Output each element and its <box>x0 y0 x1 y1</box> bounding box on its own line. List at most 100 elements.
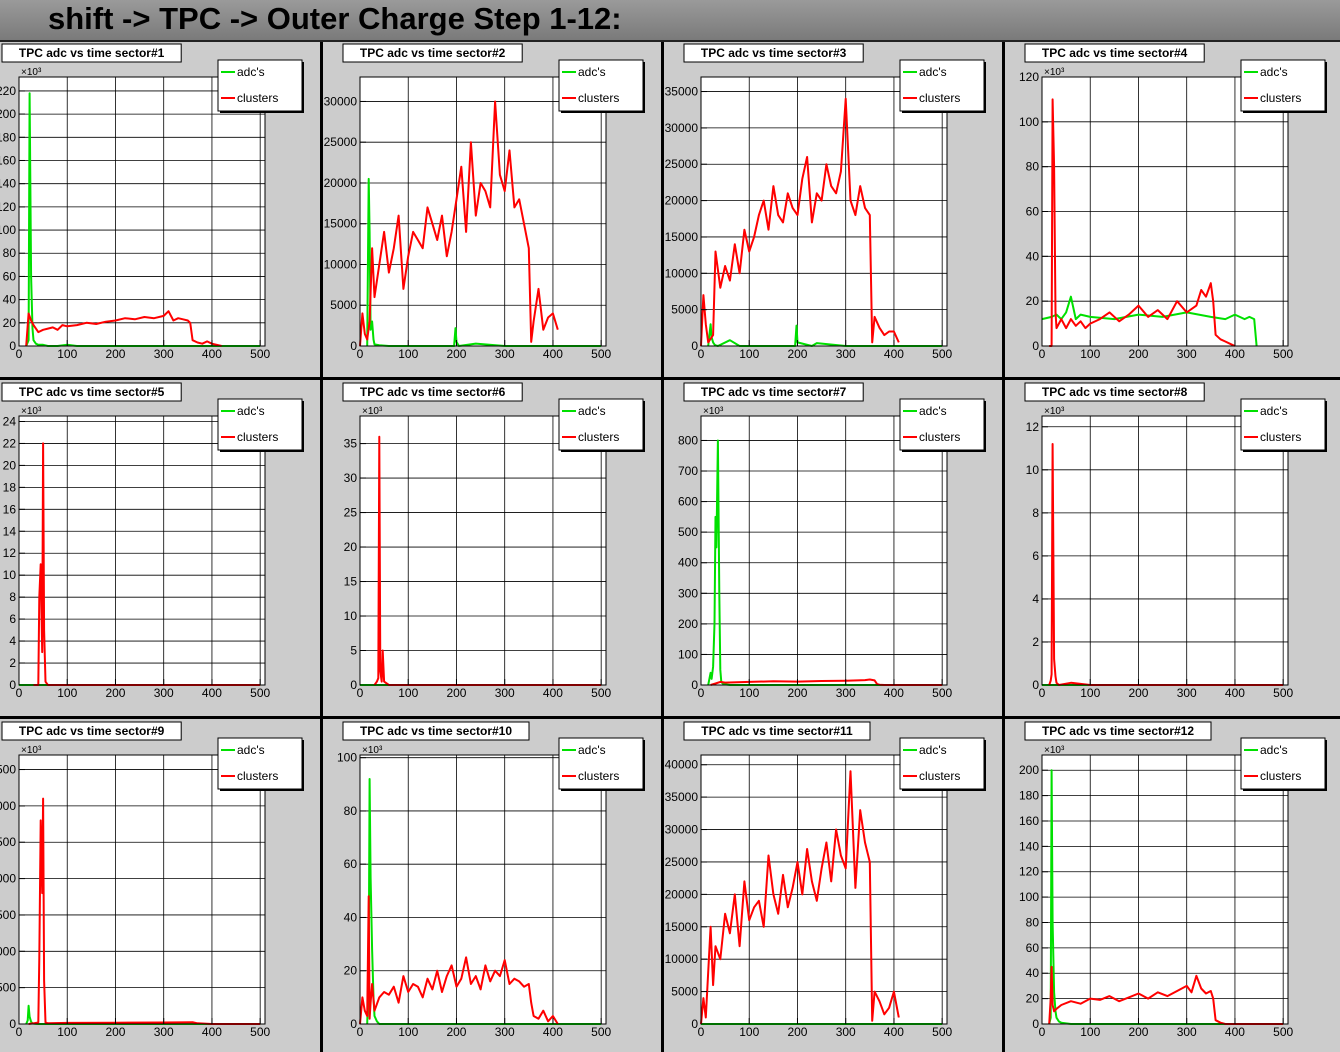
legend-label-clusters: clusters <box>1260 91 1301 105</box>
x-tick-label: 300 <box>154 686 174 700</box>
legend-label-clusters: clusters <box>237 91 278 105</box>
y-tick-label: 6 <box>1032 549 1039 563</box>
y-tick-label: 15 <box>344 575 358 589</box>
x-tick-label: 400 <box>202 1025 222 1039</box>
x-tick-label: 200 <box>446 686 466 700</box>
y-tick-label: 30000 <box>324 94 358 108</box>
x-tick-label: 100 <box>398 1025 418 1039</box>
legend-label-clusters: clusters <box>919 91 960 105</box>
y-tick-label: 200 <box>1019 763 1039 777</box>
x-tick-label: 400 <box>543 686 563 700</box>
y-tick-label: 20 <box>344 964 358 978</box>
legend-label-adc: adc's <box>578 743 606 757</box>
y-tick-label: 400 <box>678 556 698 570</box>
y-tick-label: 0 <box>9 678 16 692</box>
legend-label-adc: adc's <box>237 65 265 79</box>
chart-sector-9: 0 100 200 300 400 500 0 500 000 500 000 500 000 500 ×1… <box>0 721 304 1039</box>
chart-title: TPC adc vs time sector#1 <box>19 46 165 60</box>
x-tick-label: 200 <box>105 347 125 361</box>
legend-label-clusters: clusters <box>1260 430 1301 444</box>
x-tick-label: 500 <box>591 686 611 700</box>
y-tick-label: 10 <box>3 568 17 582</box>
legend-label-clusters: clusters <box>919 769 960 783</box>
y-tick-label: 10000 <box>665 952 699 966</box>
legend-label-clusters: clusters <box>578 430 619 444</box>
x-tick-label: 300 <box>154 347 174 361</box>
x-tick-label: 300 <box>495 1025 515 1039</box>
y-tick-label: 10000 <box>665 266 699 280</box>
y-tick-label: 20000 <box>324 176 358 190</box>
legend-label-clusters: clusters <box>237 430 278 444</box>
x-tick-label: 500 <box>932 347 952 361</box>
y-tick-label: 140 <box>1019 839 1039 853</box>
legend-label-adc: adc's <box>1260 404 1288 418</box>
x-tick-label: 400 <box>1225 686 1245 700</box>
x-tick-label: 0 <box>357 686 364 700</box>
y-tick-label: 700 <box>678 464 698 478</box>
legend-label-adc: adc's <box>237 404 265 418</box>
x-tick-label: 0 <box>16 347 23 361</box>
y-tick-label: 40 <box>3 293 17 307</box>
y-tick-label: 0 <box>350 1017 357 1031</box>
y-tick-label: 0 <box>691 339 698 353</box>
legend-label-adc: adc's <box>919 404 947 418</box>
y-tick-label: 80 <box>344 804 358 818</box>
x-tick-label: 200 <box>446 1025 466 1039</box>
chart-title: TPC adc vs time sector#7 <box>701 385 847 399</box>
chart-sector-11: 0 100 200 300 400 500050001000015000200002500… <box>665 721 986 1039</box>
y-tick-label: 500 <box>0 981 16 995</box>
x-tick-label: 100 <box>739 347 759 361</box>
x-tick-label: 500 <box>250 347 270 361</box>
x-tick-label: 400 <box>202 347 222 361</box>
chart-sector-2: 0 100 200 300 400 500050001000015000200002500… <box>324 43 645 361</box>
axis-exponent-label: ×10³ <box>21 745 42 756</box>
axis-exponent-label: ×10³ <box>703 406 724 417</box>
y-tick-label: 35000 <box>665 85 699 99</box>
y-tick-label: 4 <box>1032 592 1039 606</box>
y-tick-label: 20 <box>3 316 17 330</box>
x-tick-label: 400 <box>543 347 563 361</box>
x-tick-label: 100 <box>398 686 418 700</box>
x-tick-label: 300 <box>836 1025 856 1039</box>
y-tick-label: 500 <box>0 763 16 777</box>
x-tick-label: 200 <box>105 1025 125 1039</box>
y-tick-label: 15000 <box>665 230 699 244</box>
y-tick-label: 8 <box>9 590 16 604</box>
y-tick-label: 0 <box>1032 1017 1039 1031</box>
y-tick-label: 220 <box>0 84 16 98</box>
x-tick-label: 200 <box>105 686 125 700</box>
y-tick-label: 120 <box>0 200 16 214</box>
legend-label-clusters: clusters <box>578 91 619 105</box>
y-tick-label: 60 <box>1026 941 1040 955</box>
y-tick-label: 0 <box>1032 678 1039 692</box>
plot-frame-bg <box>701 416 947 685</box>
y-tick-label: 0 <box>691 678 698 692</box>
chart-sector-1: 0 100 200 300 400 500 0 20 40 60 80 100 120 140 160 180… <box>0 43 304 361</box>
y-tick-label: 2 <box>1032 635 1039 649</box>
x-tick-label: 300 <box>495 347 515 361</box>
y-tick-label: 0 <box>9 1017 16 1031</box>
y-tick-label: 35000 <box>665 790 699 804</box>
legend-label-adc: adc's <box>578 404 606 418</box>
x-tick-label: 200 <box>1128 1025 1148 1039</box>
chart-title: TPC adc vs time sector#8 <box>1042 385 1188 399</box>
axis-exponent-label: ×10³ <box>21 67 42 78</box>
y-tick-label: 40 <box>1026 966 1040 980</box>
plots-canvas: 0100200300400500020406080100120140160180… <box>0 43 1327 1039</box>
y-tick-label: 30000 <box>665 823 699 837</box>
y-tick-label: 24 <box>3 414 17 428</box>
x-tick-label: 100 <box>57 347 77 361</box>
y-tick-label: 5000 <box>330 298 357 312</box>
x-tick-label: 0 <box>698 347 705 361</box>
x-tick-label: 400 <box>1225 347 1245 361</box>
y-tick-label: 15000 <box>324 217 358 231</box>
chart-title: TPC adc vs time sector#11 <box>701 724 853 738</box>
x-tick-label: 100 <box>57 686 77 700</box>
y-tick-label: 20 <box>3 458 17 472</box>
x-tick-label: 400 <box>543 1025 563 1039</box>
legend-label-clusters: clusters <box>578 769 619 783</box>
y-tick-label: 2 <box>9 656 16 670</box>
legend-label-clusters: clusters <box>919 430 960 444</box>
y-tick-label: 60 <box>3 269 17 283</box>
y-tick-label: 40 <box>344 910 358 924</box>
